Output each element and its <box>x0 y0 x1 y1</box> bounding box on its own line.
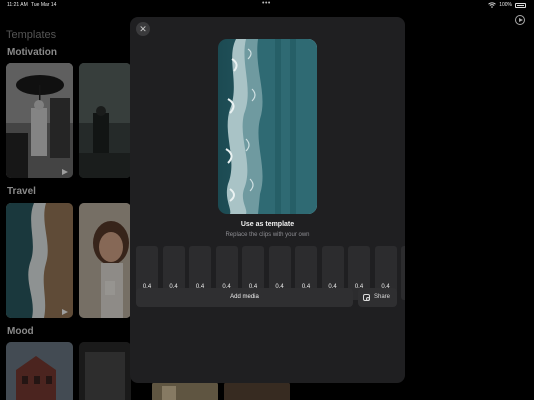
template-thumbnail[interactable] <box>6 63 73 178</box>
section-title-motivation: Motivation <box>7 47 57 58</box>
template-thumbnail[interactable] <box>6 203 73 318</box>
section-title-travel: Travel <box>7 186 36 197</box>
close-icon[interactable]: ✕ <box>136 22 150 36</box>
template-thumbnail[interactable] <box>79 203 131 318</box>
share-label: Share <box>374 294 391 300</box>
status-indicators: 100% <box>488 2 526 8</box>
template-preview[interactable] <box>218 39 317 214</box>
status-bar: 11:21 AM Tue Mar 14 ••• 100% <box>0 0 534 10</box>
play-icon[interactable] <box>515 15 525 25</box>
battery-icon <box>515 2 526 8</box>
template-thumbnail[interactable] <box>79 63 131 178</box>
clip-slot[interactable] <box>401 246 405 300</box>
instagram-icon <box>363 294 370 301</box>
template-thumbnail[interactable] <box>79 342 131 400</box>
sheet-subtitle: Replace the clips with your own <box>225 232 310 238</box>
wifi-icon <box>488 2 497 8</box>
template-thumbnail[interactable] <box>152 382 218 400</box>
multitasking-dots-icon[interactable]: ••• <box>262 0 271 7</box>
template-thumbnail[interactable] <box>6 342 73 400</box>
template-sheet: ✕ Use as template Replace the clips with… <box>130 17 405 383</box>
sheet-title: Use as template <box>240 221 295 228</box>
template-thumbnail[interactable] <box>224 382 290 400</box>
battery-percentage: 100% <box>499 2 512 8</box>
section-title-mood: Mood <box>7 326 34 337</box>
status-time: 11:21 AM <box>7 2 28 8</box>
page-title: Templates <box>6 29 57 41</box>
add-media-button[interactable]: Add media <box>136 288 353 307</box>
share-button[interactable]: Share <box>358 288 397 307</box>
status-date: Tue Mar 14 <box>31 2 57 8</box>
